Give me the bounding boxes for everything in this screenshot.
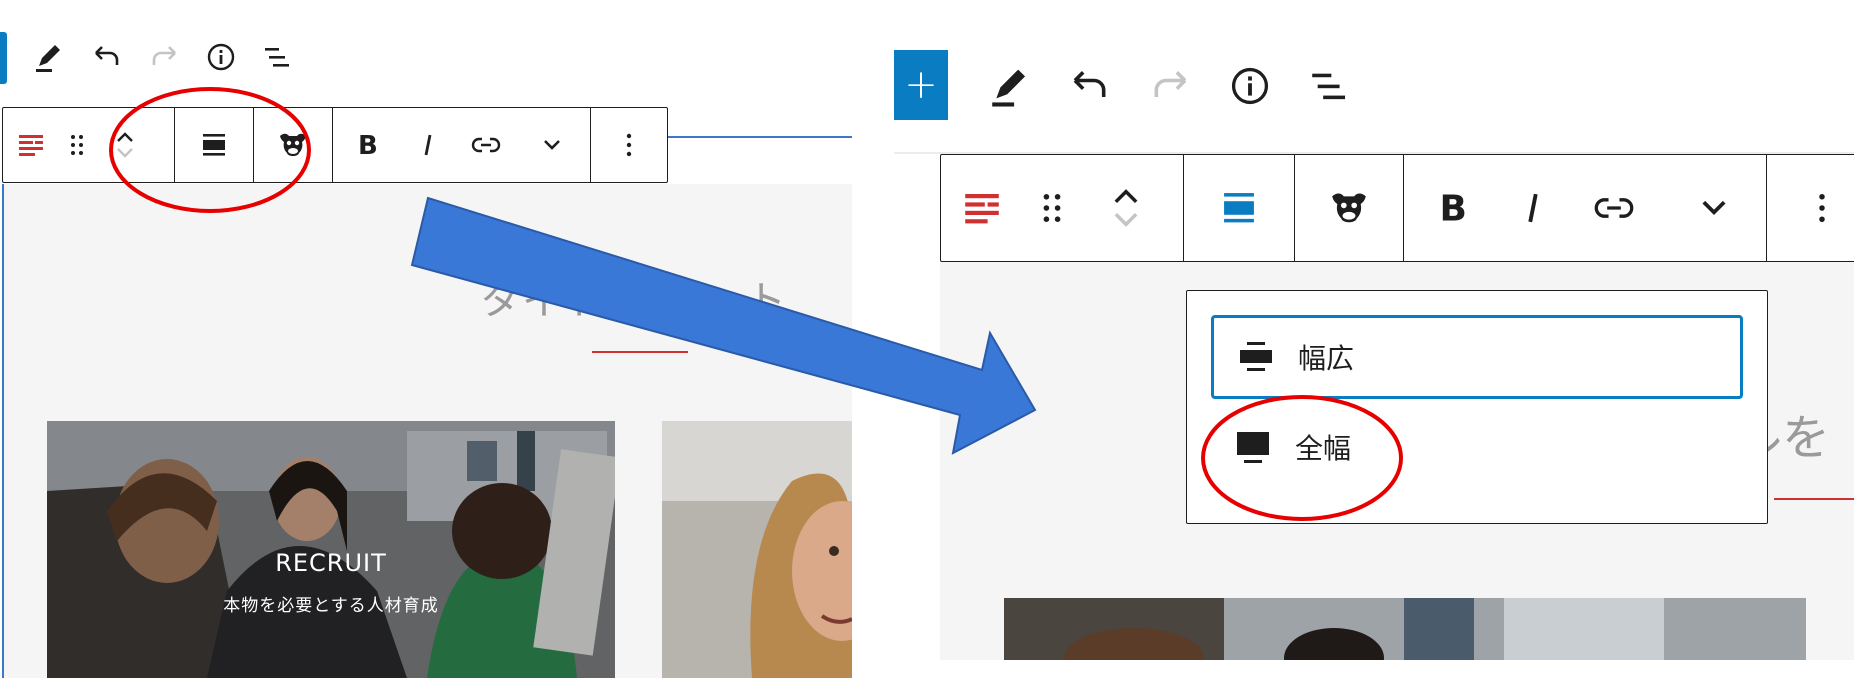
options-group: [1767, 155, 1854, 261]
list-view-icon[interactable]: [259, 38, 297, 76]
italic-icon[interactable]: [401, 108, 455, 182]
format-group: B: [1404, 155, 1767, 261]
plugin-group: [254, 108, 334, 182]
list-view-icon[interactable]: [1304, 60, 1356, 112]
redo-icon: [145, 38, 183, 76]
block-type-icon[interactable]: [941, 155, 1023, 261]
svg-text:B: B: [358, 132, 378, 158]
align-full-width-icon: [1233, 427, 1273, 467]
move-up-icon[interactable]: [1110, 184, 1142, 208]
left-screenshot-panel: タイト ト B RECRUIT 本物を必要とする人材育成: [0, 0, 852, 678]
alignment-dropdown-menu: 幅広 全幅: [1186, 290, 1768, 524]
block-controls-group: [941, 155, 1184, 261]
menu-item-label: 幅広: [1298, 342, 1355, 375]
section-title-partial: タイト ト: [480, 268, 788, 326]
recruit-card-image[interactable]: RECRUIT 本物を必要とする人材育成: [47, 421, 615, 678]
move-buttons: [1081, 155, 1171, 261]
drag-handle-icon[interactable]: [1023, 155, 1081, 261]
more-options-icon[interactable]: [1817, 188, 1827, 228]
redo-icon: [1144, 60, 1196, 112]
plugin-group: [1295, 155, 1404, 261]
block-toolbar: B: [2, 107, 668, 183]
svg-text:B: B: [1440, 190, 1467, 226]
undo-icon[interactable]: [88, 38, 126, 76]
title-underline: [592, 351, 688, 353]
format-group: B: [333, 108, 592, 182]
menu-item-full-width[interactable]: 全幅: [1211, 405, 1743, 489]
monkey-icon[interactable]: [1327, 186, 1371, 230]
align-group: [175, 108, 255, 182]
card-image-partial[interactable]: [662, 421, 852, 678]
title-text: タイト: [480, 278, 606, 324]
move-up-icon[interactable]: [114, 129, 136, 145]
card-subtitle: 本物を必要とする人材育成: [223, 596, 439, 616]
move-buttons: [95, 108, 155, 182]
link-icon[interactable]: [455, 108, 517, 182]
pencil-icon[interactable]: [984, 60, 1036, 112]
more-options-icon[interactable]: [625, 130, 633, 160]
move-down-icon[interactable]: [1110, 208, 1142, 232]
block-toolbar: B: [940, 154, 1854, 262]
menu-item-wide-width[interactable]: 幅広: [1211, 315, 1743, 399]
align-icon[interactable]: [200, 131, 228, 159]
info-icon[interactable]: [1224, 60, 1276, 112]
card-image-partial[interactable]: [1004, 598, 1806, 660]
undo-icon[interactable]: [1064, 60, 1116, 112]
block-type-icon[interactable]: [3, 108, 59, 182]
align-group: [1184, 155, 1295, 261]
move-down-icon[interactable]: [114, 145, 136, 161]
add-block-button[interactable]: +: [894, 50, 948, 120]
align-icon-active[interactable]: [1220, 189, 1258, 227]
plus-icon: +: [904, 62, 938, 108]
title-underline: [1774, 498, 1854, 500]
card-title: RECRUIT: [275, 549, 387, 577]
bold-icon[interactable]: B: [333, 108, 401, 182]
italic-icon[interactable]: [1500, 155, 1566, 261]
link-icon[interactable]: [1566, 155, 1662, 261]
block-controls-group: [3, 108, 176, 182]
monkey-icon[interactable]: [276, 128, 310, 162]
drag-handle-icon[interactable]: [59, 108, 95, 182]
menu-item-label: 全幅: [1295, 432, 1352, 465]
right-screenshot-panel: + トルを: [894, 0, 1854, 678]
options-group: [591, 108, 667, 182]
info-icon[interactable]: [202, 38, 240, 76]
bold-icon[interactable]: B: [1404, 155, 1500, 261]
chevron-down-icon[interactable]: [517, 108, 587, 182]
title-text-tail: ト: [746, 278, 788, 324]
add-block-button-edge[interactable]: [0, 32, 7, 84]
pencil-icon[interactable]: [30, 38, 68, 76]
align-wide-icon: [1236, 337, 1276, 377]
chevron-down-icon[interactable]: [1662, 155, 1766, 261]
